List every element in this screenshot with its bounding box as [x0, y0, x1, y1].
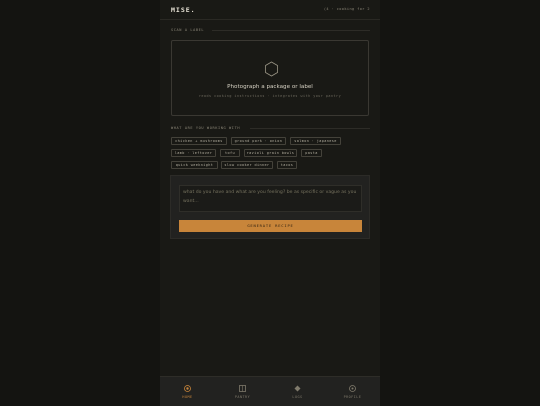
chip-chicken-mushrooms[interactable]: chicken + mushrooms: [171, 137, 227, 145]
chip-pasta[interactable]: pasta: [301, 149, 322, 157]
tab-profile-label: PROFILE: [343, 395, 362, 399]
app-logo: MISE.: [171, 6, 196, 14]
chip-ravioli-grain-bowls[interactable]: ravioli grain bowls: [244, 149, 297, 157]
tab-logs-label: LOGS: [292, 395, 303, 399]
tab-home-label: HOME: [182, 395, 193, 399]
prompt-input[interactable]: what do you have and what are you feelin…: [179, 185, 362, 212]
chip-quick-weeknight[interactable]: quick weeknight: [171, 161, 218, 169]
scan-section-rule: [212, 30, 370, 31]
cooking-for-status[interactable]: (4 · cooking for 2: [324, 7, 370, 11]
chip-tacos[interactable]: tacos: [277, 161, 297, 169]
tab-pantry[interactable]: PANTRY: [215, 377, 270, 406]
home-icon: [184, 385, 191, 392]
pantry-icon: [239, 385, 246, 392]
prompt-panel: what do you have and what are you feelin…: [170, 175, 370, 239]
chip-salmon-japanese[interactable]: salmon · japanese: [290, 137, 341, 145]
header-divider: [160, 19, 380, 20]
chip-lamb-leftover[interactable]: lamb · leftover: [171, 149, 216, 157]
tab-logs[interactable]: LOGS: [270, 377, 325, 406]
scan-label-dropzone[interactable]: Photograph a package or label reads cook…: [171, 40, 369, 116]
scan-subtitle: reads cooking instructions · integrates …: [198, 94, 342, 98]
chip-ground-pork-onion[interactable]: ground pork · onion: [231, 137, 286, 145]
ingredients-section-label: WHAT ARE YOU WORKING WITH: [171, 126, 241, 130]
chip-slow-cooker-dinner[interactable]: slow cooker dinner: [221, 161, 273, 169]
header: MISE. (4 · cooking for 2: [171, 6, 370, 16]
tab-home[interactable]: HOME: [160, 377, 215, 406]
tab-pantry-label: PANTRY: [234, 395, 251, 399]
generate-recipe-button[interactable]: GENERATE RECIPE: [179, 220, 362, 232]
chip-tofu[interactable]: tofu: [220, 149, 240, 157]
bottom-nav: HOME PANTRY LOGS PROFILE: [160, 376, 380, 406]
logs-icon: [294, 385, 301, 392]
scan-title: Photograph a package or label: [227, 84, 313, 90]
ingredients-section-rule: [250, 128, 370, 129]
scan-section-label: SCAN A LABEL: [171, 28, 205, 32]
profile-icon: [349, 385, 356, 392]
hexagon-icon: [265, 61, 278, 77]
tab-profile[interactable]: PROFILE: [325, 377, 380, 406]
